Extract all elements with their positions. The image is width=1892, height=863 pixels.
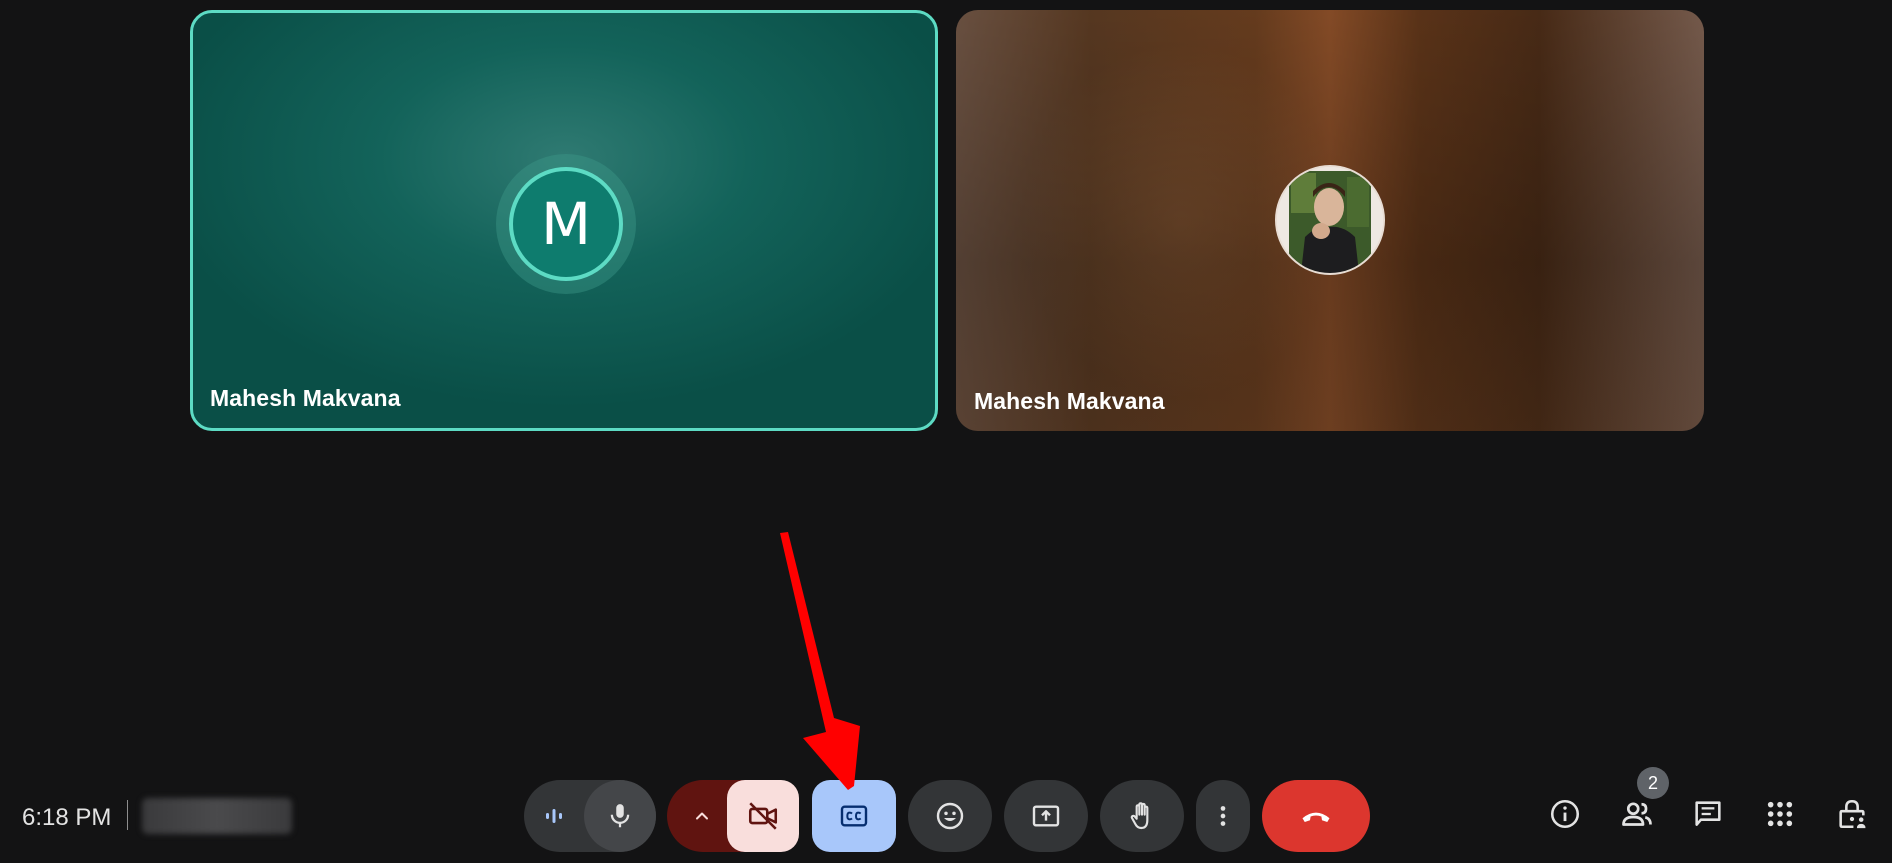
more-options-button[interactable] [1196,780,1250,852]
divider [127,800,128,830]
camera-off-icon [746,799,780,833]
microphone-button[interactable] [584,780,656,852]
participant-tile-self[interactable]: M Mahesh Makvana [190,10,938,431]
more-options-icon [1209,802,1237,830]
participant-tile-other[interactable]: Mahesh Makvana [956,10,1704,431]
clock: 6:18 PM [22,804,112,831]
leave-call-button[interactable] [1262,780,1370,852]
chevron-up-icon[interactable] [692,806,712,826]
meeting-details-button[interactable] [1541,792,1589,840]
info-icon [1548,797,1582,836]
participants-count-badge: 2 [1637,767,1669,799]
chat-icon [1691,797,1725,836]
closed-captions-icon [838,800,870,832]
chat-button[interactable] [1684,792,1732,840]
participant-name: Mahesh Makvana [974,388,1165,414]
profile-photo-icon [1277,167,1383,273]
people-button[interactable] [1613,792,1661,840]
meet-call-screen: M Mahesh Makvana Mahesh Makvana 6:18 PM [0,0,1892,863]
reactions-button[interactable] [908,780,992,852]
raise-hand-button[interactable] [1100,780,1184,852]
present-screen-button[interactable] [1004,780,1088,852]
meeting-code-redacted [142,798,292,834]
lock-person-icon [1835,797,1869,836]
emoji-icon [934,800,966,832]
end-call-icon [1298,798,1334,834]
people-icon [1619,796,1655,837]
avatar: M [509,167,623,281]
avatar [1275,165,1385,275]
mic-control-group [524,780,656,852]
present-screen-icon [1030,800,1062,832]
microphone-icon [605,801,635,831]
host-controls-button[interactable] [1828,792,1876,840]
activities-button[interactable] [1756,792,1804,840]
raise-hand-icon [1126,800,1158,832]
apps-grid-icon [1764,798,1796,835]
participant-name: Mahesh Makvana [210,385,401,411]
annotation-arrow [780,532,860,790]
audio-level-icon [542,804,566,828]
avatar-letter: M [540,190,592,258]
